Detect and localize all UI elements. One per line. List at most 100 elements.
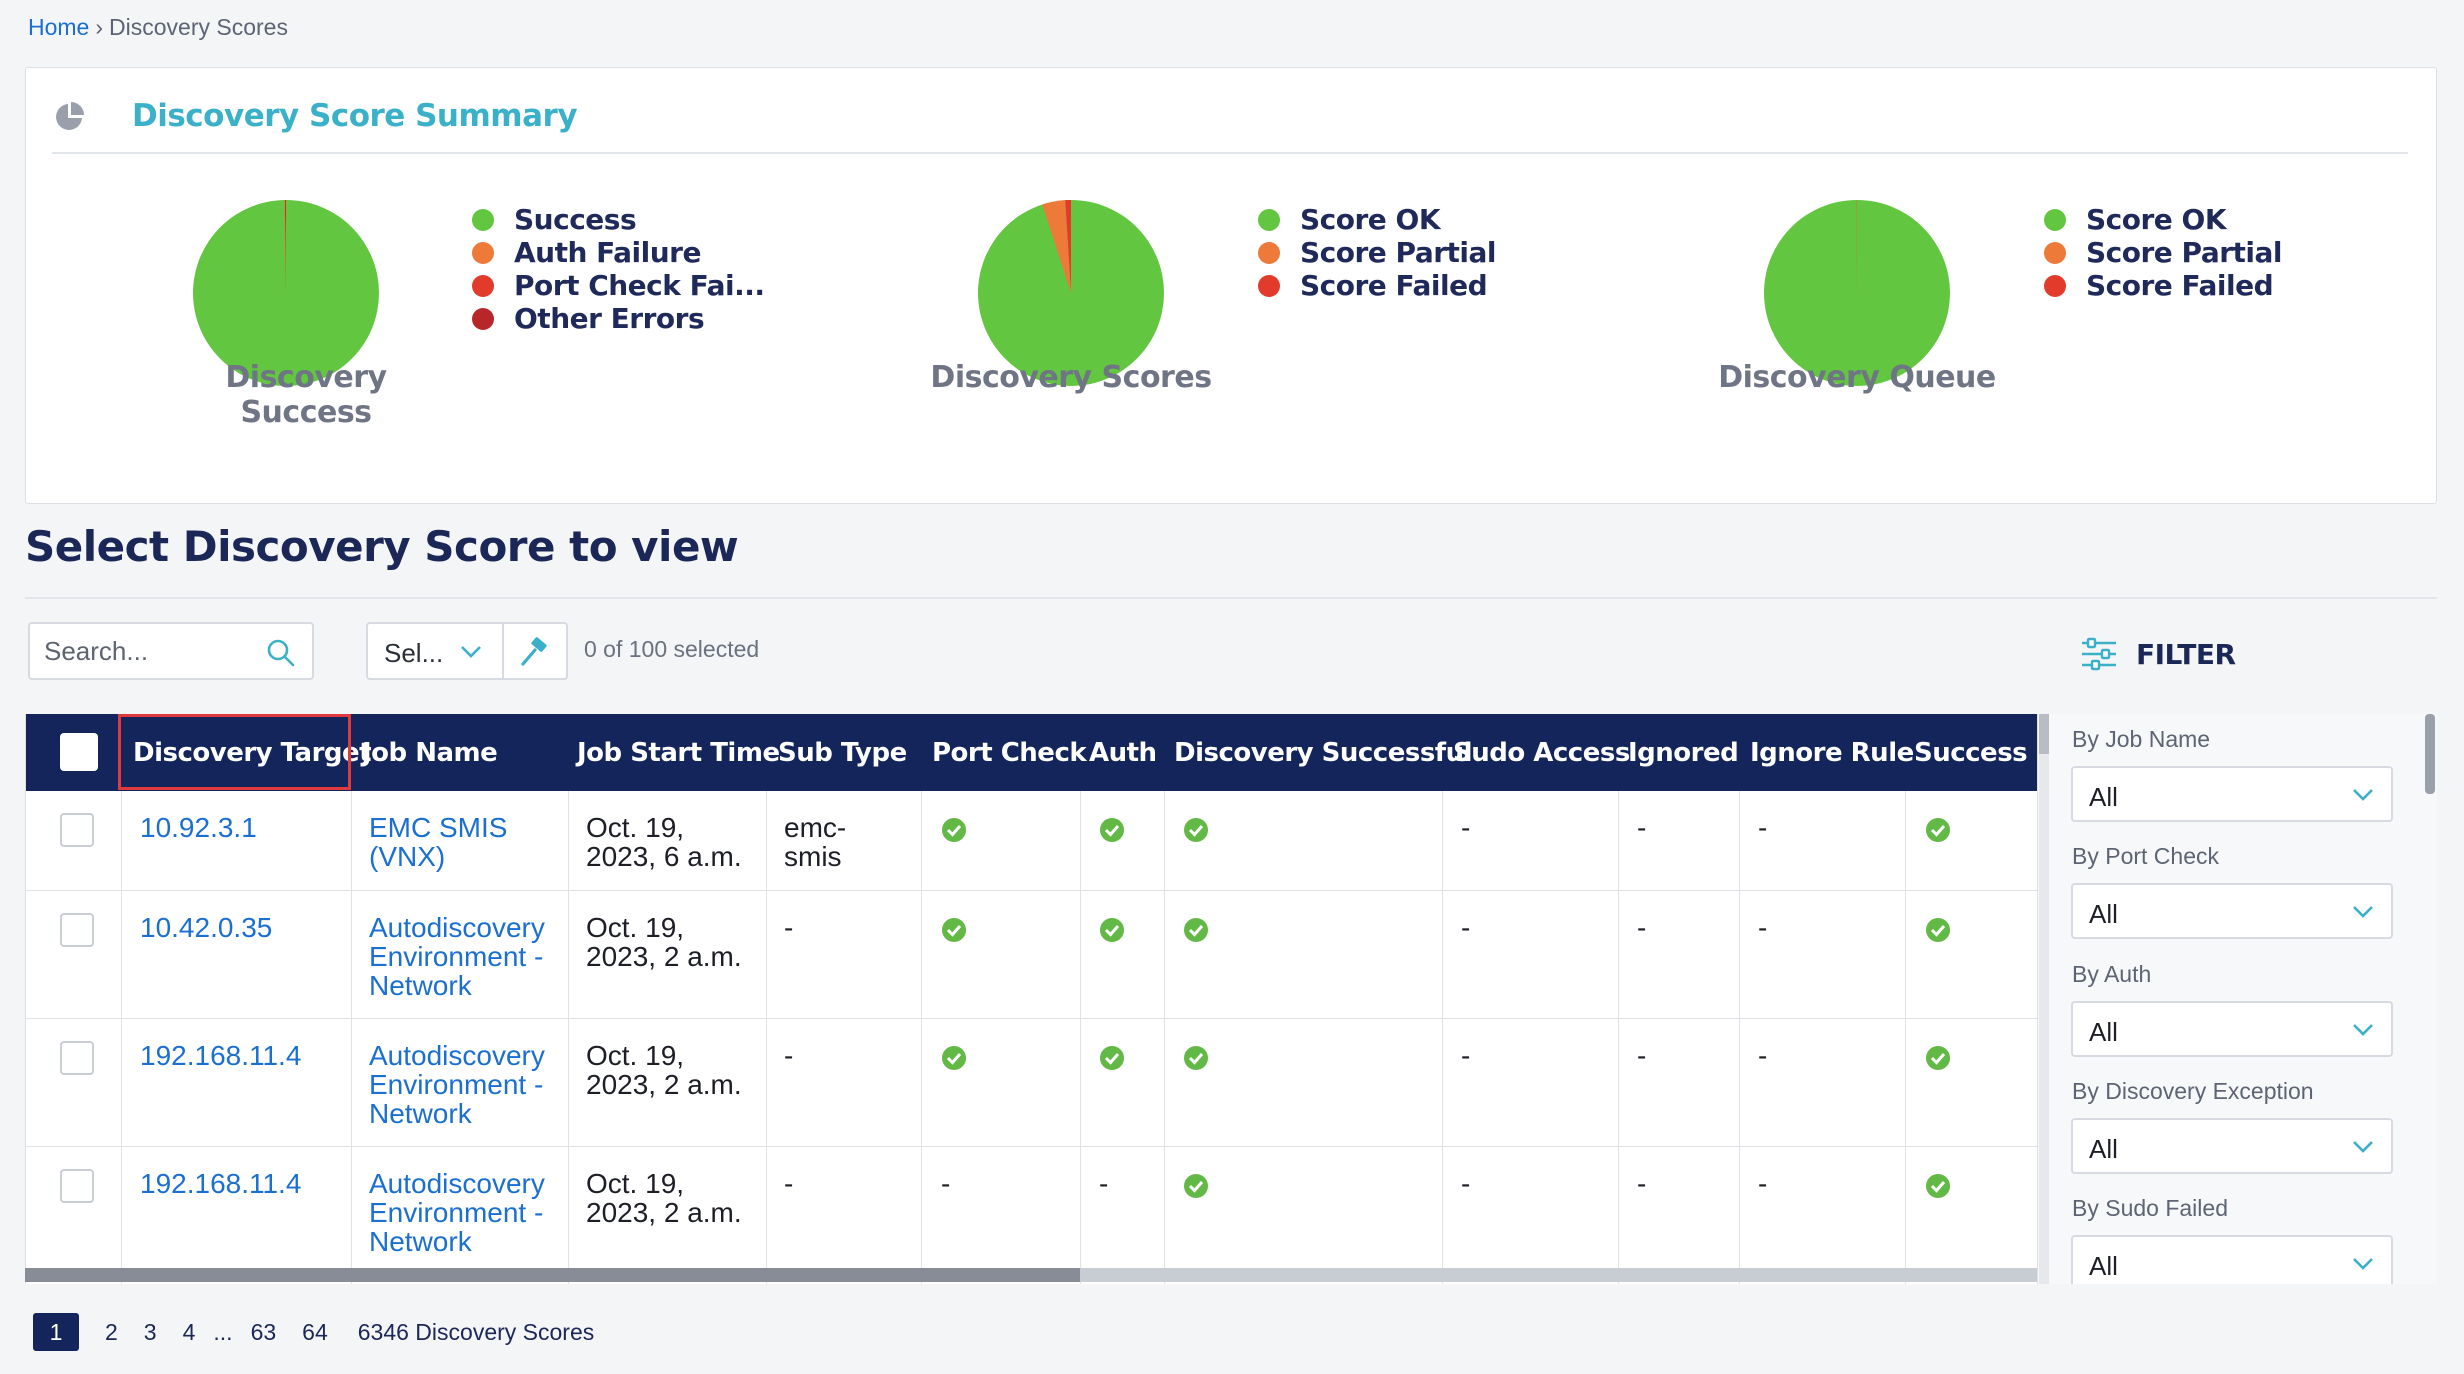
pagination: 1 2 3 4 ... 63 64 6346 Discovery Scores bbox=[33, 1312, 594, 1352]
summary-title: Discovery Score Summary bbox=[132, 98, 578, 134]
legend-item[interactable]: Score OK bbox=[1258, 203, 1496, 236]
discovery-queue-label: Discovery Queue bbox=[1718, 360, 1996, 395]
sub-type: - bbox=[784, 1168, 794, 1199]
legend-dot-icon bbox=[2044, 241, 2066, 264]
table-row[interactable]: 10.42.0.35 Autodiscovery Environment - Net… bbox=[26, 891, 2037, 1019]
filter-select-job-name[interactable]: All bbox=[2071, 766, 2393, 822]
filter-select-auth[interactable]: All bbox=[2071, 1001, 2393, 1057]
page-4-button[interactable]: 4 bbox=[183, 1319, 196, 1346]
search-icon[interactable] bbox=[266, 638, 296, 668]
page-2-button[interactable]: 2 bbox=[105, 1319, 118, 1346]
filter-select-value: All bbox=[2089, 1017, 2118, 1047]
page-scrollbar-thumb[interactable] bbox=[2425, 714, 2435, 794]
filter-select-port-check[interactable]: All bbox=[2071, 883, 2393, 939]
legend-item[interactable]: Score OK bbox=[2044, 203, 2282, 236]
legend-item[interactable]: Score Partial bbox=[2044, 236, 2283, 269]
legend-item[interactable]: Score Failed bbox=[2044, 269, 2282, 302]
discovery-queue-legend: Score OK Score Partial Score Failed bbox=[2044, 203, 2283, 302]
column-header-success[interactable]: Success bbox=[1914, 738, 2028, 768]
legend-item[interactable]: Auth Failure bbox=[472, 236, 765, 269]
column-header-ignored[interactable]: Ignored bbox=[1628, 738, 1739, 768]
legend-item[interactable]: Success bbox=[472, 203, 765, 236]
column-header-job-name[interactable]: Job Name bbox=[362, 738, 498, 768]
page-3-button[interactable]: 3 bbox=[144, 1319, 157, 1346]
selected-count: 0 of 100 selected bbox=[584, 636, 760, 662]
column-header-sudo-access[interactable]: Sudo Access bbox=[1453, 738, 1630, 768]
legend-item[interactable]: Score Failed bbox=[1258, 269, 1496, 302]
chevron-down-icon[interactable] bbox=[458, 642, 484, 662]
horizontal-scrollbar[interactable] bbox=[25, 1268, 2037, 1282]
hammer-icon[interactable] bbox=[518, 636, 550, 668]
filter-toggle-button[interactable]: FILTER bbox=[2080, 634, 2240, 674]
page-63-button[interactable]: 63 bbox=[251, 1319, 277, 1346]
discovery-target-link[interactable]: 192.168.11.4 bbox=[140, 1169, 301, 1198]
column-header-port-check[interactable]: Port Check bbox=[932, 738, 1087, 768]
pie-chart-icon bbox=[56, 102, 84, 130]
filter-label[interactable]: FILTER bbox=[2136, 638, 2236, 671]
chevron-down-icon bbox=[2353, 1141, 2373, 1153]
job-name-link[interactable]: EMC SMIS (VNX) bbox=[369, 813, 507, 871]
legend-item[interactable]: Port Check Fai... bbox=[472, 269, 765, 302]
search-box[interactable] bbox=[28, 622, 314, 680]
column-header-job-start-time[interactable]: Job Start Time bbox=[577, 738, 780, 768]
filter-select-sudo-failed[interactable]: All bbox=[2071, 1235, 2393, 1284]
page-ellipsis: ... bbox=[213, 1318, 233, 1345]
row-checkbox[interactable] bbox=[60, 1169, 94, 1203]
legend-label: Other Errors bbox=[514, 302, 705, 335]
discovery-target-link[interactable]: 192.168.11.4 bbox=[140, 1041, 301, 1070]
legend-label: Score Failed bbox=[2086, 269, 2274, 302]
section-title: Select Discovery Score to view bbox=[25, 522, 739, 571]
ignored: - bbox=[1637, 1040, 1647, 1071]
chevron-down-icon bbox=[2353, 789, 2373, 801]
discovery-success-legend: Success Auth Failure Port Check Fai... O… bbox=[472, 203, 765, 335]
check-circle-icon bbox=[1926, 1174, 1950, 1198]
breadcrumb-home-link[interactable]: Home bbox=[28, 14, 89, 40]
job-start-time: Oct. 19, 2023, 2 a.m. bbox=[586, 1040, 742, 1100]
page-1-button[interactable]: 1 bbox=[33, 1313, 79, 1351]
job-start-time: Oct. 19, 2023, 2 a.m. bbox=[586, 1168, 742, 1228]
search-input[interactable] bbox=[44, 634, 254, 668]
select-all-checkbox[interactable] bbox=[60, 733, 98, 771]
job-name-link[interactable]: Autodiscovery Environment - Network bbox=[369, 1041, 545, 1128]
column-header-discovery-successful[interactable]: Discovery Successful bbox=[1174, 738, 1473, 768]
legend-item[interactable]: Score Partial bbox=[1258, 236, 1497, 269]
sudo-access: - bbox=[1461, 812, 1471, 843]
row-checkbox[interactable] bbox=[60, 813, 94, 847]
bulk-action-select-label[interactable]: Sel... bbox=[384, 638, 443, 669]
check-circle-icon bbox=[942, 1046, 966, 1070]
table-row[interactable]: 10.92.3.1 EMC SMIS (VNX) Oct. 19, 2023, 6 … bbox=[26, 791, 2037, 891]
filter-panel: By Job Name All By Port Check All By Aut… bbox=[2037, 714, 2437, 1284]
filter-panel-scrollbar-thumb[interactable] bbox=[2039, 714, 2049, 754]
sub-type: - bbox=[784, 912, 794, 943]
check-circle-icon bbox=[1100, 1046, 1124, 1070]
ignore-rule: - bbox=[1758, 812, 1768, 843]
table-row[interactable]: 192.168.11.4 Autodiscovery Environment -N… bbox=[26, 1019, 2037, 1147]
ignored: - bbox=[1637, 912, 1647, 943]
filter-label-discovery-exception: By Discovery Exception bbox=[2072, 1078, 2314, 1104]
sub-type: - bbox=[784, 1040, 794, 1071]
filter-select-discovery-exception[interactable]: All bbox=[2071, 1118, 2393, 1174]
discovery-target-link[interactable]: 10.42.0.35 bbox=[140, 913, 272, 942]
sudo-access: - bbox=[1461, 1168, 1471, 1199]
column-header-sub-type[interactable]: Sub Type bbox=[778, 738, 907, 768]
job-name-link[interactable]: Autodiscovery Environment - Network bbox=[369, 913, 545, 1000]
select-divider bbox=[502, 624, 504, 678]
legend-item[interactable]: Other Errors bbox=[472, 302, 765, 335]
job-name-link[interactable]: Autodiscovery Environment - Network bbox=[369, 1169, 545, 1256]
row-checkbox[interactable] bbox=[60, 913, 94, 947]
column-header-ignore-rule[interactable]: Ignore Rule bbox=[1750, 738, 1914, 768]
legend-dot-icon bbox=[472, 241, 494, 264]
column-header-auth[interactable]: Auth bbox=[1089, 738, 1157, 768]
filter-panel-scrollbar[interactable] bbox=[2039, 714, 2049, 1284]
horizontal-scrollbar-thumb[interactable] bbox=[25, 1268, 1080, 1282]
legend-dot-icon bbox=[1258, 241, 1280, 264]
port-check: - bbox=[941, 1168, 951, 1199]
bulk-action-select[interactable]: Sel... bbox=[366, 622, 568, 680]
check-circle-icon bbox=[942, 818, 966, 842]
table-row[interactable]: 192.168.11.4 Autodiscovery Environment -N… bbox=[26, 1147, 2037, 1275]
discovery-success-label: Discovery Success bbox=[225, 360, 387, 430]
row-checkbox[interactable] bbox=[60, 1041, 94, 1075]
page-64-button[interactable]: 64 bbox=[302, 1319, 328, 1346]
legend-label: Success bbox=[514, 203, 637, 236]
discovery-target-link[interactable]: 10.92.3.1 bbox=[140, 813, 257, 842]
